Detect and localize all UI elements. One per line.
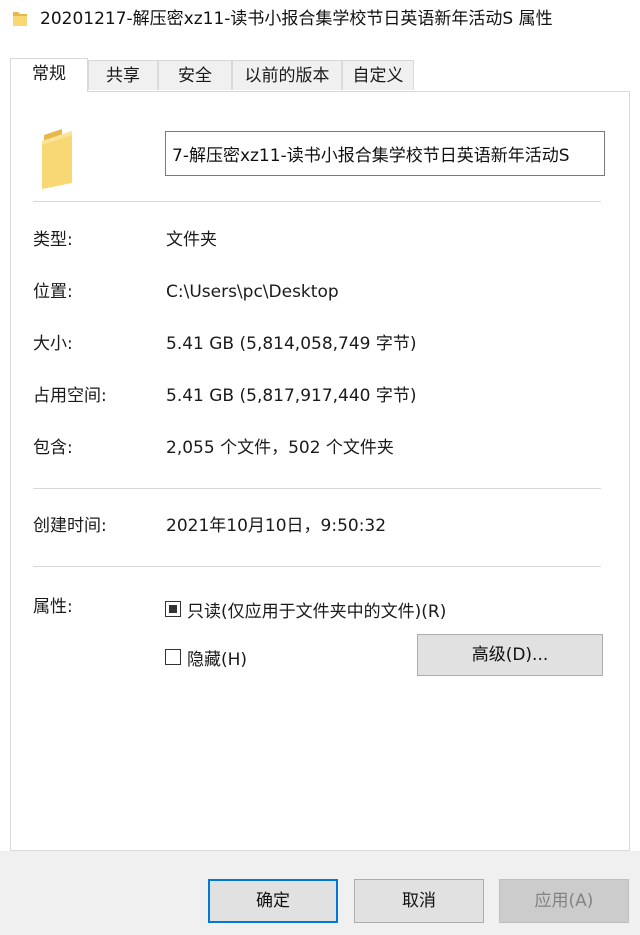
folder-name-input[interactable] (165, 131, 605, 176)
ok-button[interactable]: 确定 (208, 879, 338, 923)
window-title: 20201217-解压密xz11-读书小报合集学校节日英语新年活动S 属性 (40, 9, 553, 29)
readonly-checkbox-row[interactable]: 只读(仅应用于文件夹中的文件)(R) (165, 598, 447, 622)
tab-general[interactable]: 常规 (10, 58, 88, 92)
cancel-button[interactable]: 取消 (354, 879, 484, 923)
type-value: 文件夹 (166, 230, 217, 250)
tab-strip: 常规 共享 安全 以前的版本 自定义 (10, 58, 630, 92)
size-on-disk-value: 5.41 GB (5,817,917,440 字节) (166, 386, 417, 406)
size-label: 大小: (33, 334, 73, 354)
divider (33, 488, 601, 489)
general-panel (10, 91, 630, 851)
tab-security[interactable]: 安全 (158, 60, 232, 90)
attributes-label: 属性: (33, 597, 73, 617)
created-value: 2021年10月10日，9:50:32 (166, 516, 387, 536)
contains-label: 包含: (33, 438, 73, 458)
location-label: 位置: (33, 282, 73, 302)
title-bar: 20201217-解压密xz11-读书小报合集学校节日英语新年活动S 属性 (0, 0, 640, 40)
apply-button[interactable]: 应用(A) (499, 879, 629, 923)
contains-value: 2,055 个文件，502 个文件夹 (166, 438, 394, 458)
readonly-checkbox[interactable] (165, 601, 181, 617)
tab-previous-versions[interactable]: 以前的版本 (232, 60, 342, 90)
tab-customize[interactable]: 自定义 (342, 60, 414, 90)
tab-sharing[interactable]: 共享 (88, 60, 158, 90)
hidden-label: 隐藏(H) (187, 649, 248, 670)
created-label: 创建时间: (33, 516, 107, 536)
size-value: 5.41 GB (5,814,058,749 字节) (166, 334, 417, 354)
location-value: C:\Users\pc\Desktop (166, 282, 339, 302)
advanced-button[interactable]: 高级(D)... (417, 634, 603, 676)
folder-icon (42, 129, 72, 189)
type-label: 类型: (33, 230, 73, 250)
size-on-disk-label: 占用空间: (33, 386, 107, 406)
divider (33, 566, 601, 567)
hidden-checkbox-row[interactable]: 隐藏(H) (165, 646, 248, 670)
hidden-checkbox[interactable] (165, 649, 181, 665)
readonly-label: 只读(仅应用于文件夹中的文件)(R) (187, 601, 447, 622)
divider (33, 201, 601, 202)
folder-icon (13, 12, 27, 26)
